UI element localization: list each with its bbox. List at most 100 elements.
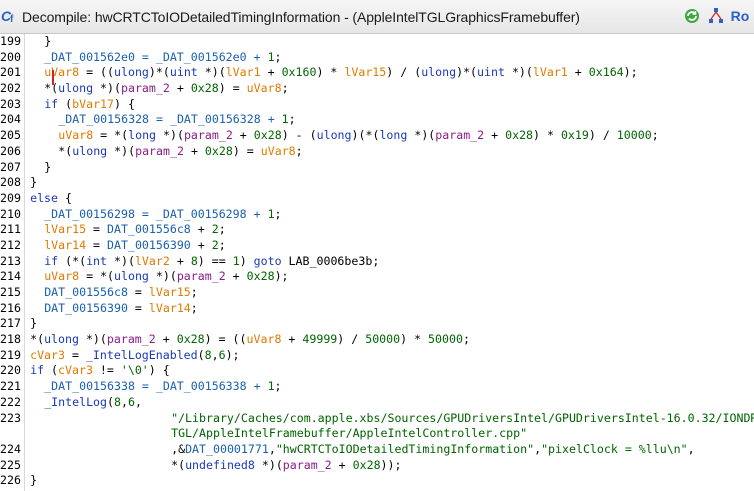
code-token: ; [218,237,226,252]
code-line[interactable]: 217} [0,316,754,332]
code-token: 1 [281,112,289,127]
code-token: lVar1 [532,65,568,80]
line-number: 210 [0,206,21,221]
code-token: ); [274,269,289,284]
line-number: 218 [0,332,21,347]
code-token: cVar3 [30,347,65,362]
code-token: _IntelLog [44,394,108,409]
code-line[interactable]: 206 *(ulong *)(param_2 + 0x28) = uVar8; [0,144,754,160]
code-line[interactable]: 223 "/Library/Caches/com.apple.xbs/Source… [0,411,754,427]
line-number: 199 [0,34,21,48]
code-token: , [534,441,542,456]
code-token: bVar17 [72,96,115,111]
graph-icon[interactable] [707,7,725,25]
code-line[interactable]: 212 lVar14 = DAT_00156390 + 2; [0,238,754,254]
code-line[interactable]: 214 uVar8 = *(ulong *)(param_2 + 0x28); [0,269,754,285]
code-token: ) - ( [281,128,317,143]
code-token: + [190,237,212,252]
code-token: uVar8 [246,332,282,347]
code-text: lVar15 = DAT_001556c8 + 2; [44,222,226,238]
code-token: ulong [44,332,79,347]
code-token: ulong [114,269,149,284]
code-token: '\0' [120,363,149,378]
code-line[interactable]: 216 DAT_00156390 = lVar14; [0,301,754,317]
code-token: param_2 [282,457,332,472]
code-line[interactable]: 213 if (*(int *)(lVar2 + 8) == 1) goto LA… [0,254,754,270]
line-number: 206 [0,143,21,158]
code-line[interactable]: 201 uVar8 = ((ulong)*(uint *)(lVar1 + 0x1… [0,65,754,81]
code-line[interactable]: 210 _DAT_00156298 = _DAT_00156298 + 1; [0,207,754,223]
code-token: ) / [588,128,617,143]
code-line[interactable]: 211 lVar15 = DAT_001556c8 + 2; [0,222,754,238]
code-line[interactable]: 218 *(ulong *)(param_2 + 0x28) = ((uVar8 … [0,332,754,348]
code-token: ) * [533,128,561,143]
code-token: uVar8 [246,81,282,96]
code-token: = [86,237,108,252]
code-token: 50000 [365,332,401,347]
code-token: + [484,128,506,143]
code-text: uVar8 = *(ulong *)(param_2 + 0x28); [44,269,288,285]
code-token: *)( [156,128,184,143]
code-token: 0x28 [505,128,534,143]
code-line[interactable]: TGL/AppleIntelFramebuffer/AppleIntelCont… [0,426,754,442]
code-token: 1 [267,379,275,394]
code-line[interactable]: 203 if (bVar17) { [0,97,754,113]
line-number: 202 [0,81,21,96]
code-token: ) == [197,253,233,268]
code-token: _DAT_00156298 = _DAT_00156298 + [44,206,268,221]
code-token: } [44,159,52,174]
code-line[interactable]: 207} [0,160,754,176]
code-token: lVar14 [44,237,87,252]
code-line[interactable]: 215 DAT_001556c8 = lVar15; [0,285,754,301]
refresh-icon[interactable] [683,7,701,25]
read-only-icon[interactable]: Ro [731,7,750,25]
line-number: 209 [0,190,21,205]
code-token: ) / ( [386,65,422,80]
line-number: 207 [0,159,21,174]
code-token: goto [253,253,282,268]
code-token: + [260,65,282,80]
code-token: } [30,316,38,331]
line-number: 217 [0,316,21,331]
code-token: uVar8 [44,269,80,284]
code-line[interactable]: 202 *(ulong *)(param_2 + 0x28) = uVar8; [0,81,754,97]
code-line[interactable]: 219 cVar3 = _IntelLogEnabled(8,6); [0,348,754,364]
code-token: ) = [218,81,247,96]
code-token: *)( [504,65,533,80]
code-token: lVar1 [225,65,261,80]
code-line[interactable]: 209 else { [0,191,754,207]
code-token: ; [281,81,289,96]
decompiler-code-pane[interactable]: 199} 200 _DAT_001562e0 = _DAT_001562e0 + 1… [0,34,754,491]
code-text: DAT_001556c8 = lVar15; [44,285,198,301]
code-token: uint [169,65,198,80]
code-line[interactable]: 222 _IntelLog(8,6, [0,395,754,411]
code-token: ulong [421,65,457,80]
code-token: 1 [267,206,275,221]
code-line[interactable]: 224 ,&DAT_00001771,"hwCRTCToIODetailedTim… [0,442,754,458]
code-line[interactable]: 199} [0,34,754,50]
code-text: *(ulong *)(param_2 + 0x28) = uVar8; [44,81,288,97]
code-line[interactable]: 200 _DAT_001562e0 = _DAT_001562e0 + 1; [0,50,754,66]
code-line[interactable]: 220 if (cVar3 != '\0') { [0,363,754,379]
code-line[interactable]: 204 _DAT_00156328 = _DAT_00156328 + 1; [0,112,754,128]
code-text: _IntelLog(8,6, [44,395,142,411]
code-line[interactable]: 225 *(undefined8 *)(param_2 + 0x28)); [0,458,754,474]
code-line[interactable]: 226} [0,473,754,489]
code-line[interactable]: 205 uVar8 = *(long *)(param_2 + 0x28) - (… [0,128,754,144]
code-token: = *( [93,128,129,143]
code-line[interactable]: 208} [0,175,754,191]
code-token: uint [477,65,505,80]
code-token: DAT_001556c8 [107,222,191,237]
code-token: *)( [148,269,177,284]
line-number: 216 [0,300,21,315]
code-token: )*( [456,65,478,80]
code-lines: 199} 200 _DAT_001562e0 = _DAT_001562e0 + 1… [0,34,754,489]
code-text: uVar8 = ((ulong)*(uint *)(lVar1 + 0x160)… [44,65,637,81]
code-token: , [120,394,128,409]
code-token: + [169,253,191,268]
code-token: } [30,175,38,190]
code-text: "/Library/Caches/com.apple.xbs/Sources/G… [171,411,754,427]
code-line[interactable]: 221 _DAT_00156338 = _DAT_00156338 + 1; [0,379,754,395]
code-token: 49999 [302,332,338,347]
code-token: lVar14 [148,300,191,315]
